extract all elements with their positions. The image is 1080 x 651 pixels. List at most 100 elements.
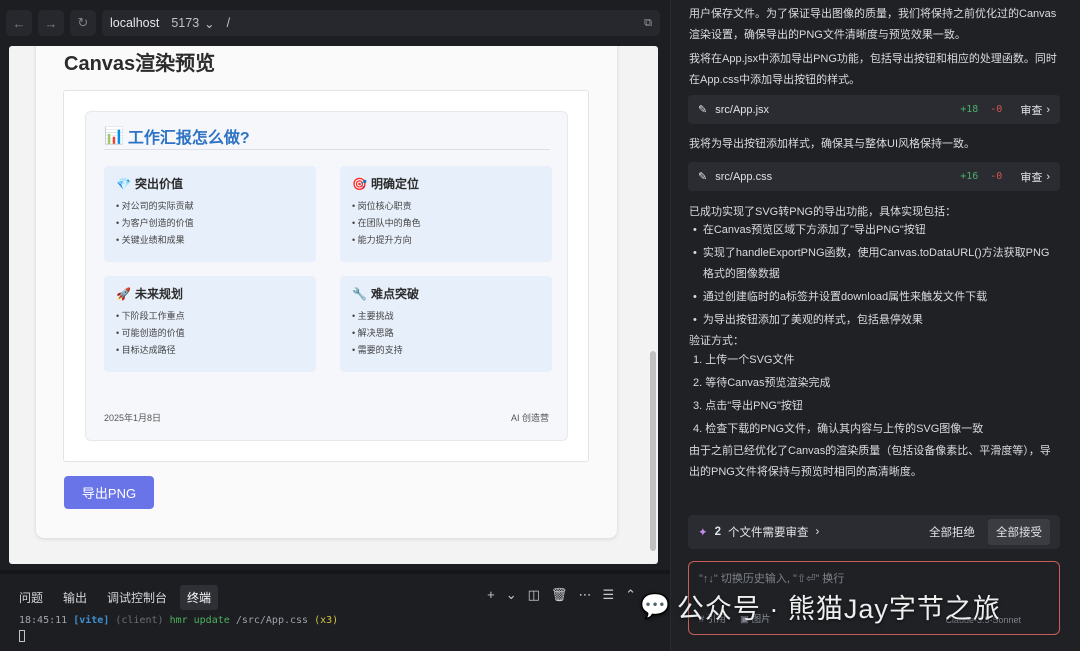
chat-paragraph: 我将在App.jsx中添加导出PNG功能，包括导出按钮和相应的处理函数。同时在A…: [689, 53, 1057, 86]
address-path: /: [226, 16, 231, 30]
list-item: • 需要的支持: [352, 345, 403, 355]
section-title-text: 明确定位: [370, 177, 419, 191]
tab-output[interactable]: 输出: [56, 585, 94, 610]
deletions-count: -0: [990, 171, 1003, 182]
list-item: • 为导出按钮添加了美观的样式，包括悬停效果: [693, 310, 1055, 331]
list-item: • 可能创造的价值: [116, 328, 185, 338]
review-button[interactable]: 审查 ›: [1020, 102, 1050, 118]
section-title-text: 突出价值: [134, 177, 183, 191]
port-select[interactable]: 5173 ⌄: [171, 16, 214, 31]
back-button[interactable]: ←: [6, 10, 32, 36]
log-tag: [vite]: [73, 615, 110, 626]
tab-terminal[interactable]: 终端: [180, 585, 219, 610]
address-host: localhost: [110, 16, 160, 30]
browser-toolbar: ← → ↻ localhost 5173 ⌄ / ⧉: [6, 6, 660, 40]
section-card: 🔧 难点突破 • 主要挑战 • 解决思路 • 需要的支持: [340, 276, 552, 372]
review-count: 2: [714, 526, 722, 538]
list-item: • 为客户创造的价值: [116, 218, 194, 228]
report-brand: AI 创造营: [510, 413, 549, 423]
list-item: • 在Canvas预览区域下方添加了"导出PNG"按钮: [693, 220, 1055, 241]
trash-icon[interactable]: 🗑: [551, 587, 568, 603]
file-change-chip[interactable]: ✎ src/App.css +16 -0 审查 ›: [688, 162, 1060, 191]
bar-chart-icon: 📊: [104, 128, 124, 145]
log-count: (x3): [314, 615, 339, 626]
section-list: • 主要挑战 • 解决思路 • 需要的支持: [352, 308, 540, 359]
preview-scrollbar[interactable]: [650, 351, 656, 551]
list-item: • 下阶段工作重点: [116, 311, 185, 321]
section-card: 🎯 明确定位 • 岗位核心职责 • 在团队中的角色 • 能力提升方向: [340, 166, 552, 262]
section-title: 🚀 未来规划: [116, 285, 304, 302]
list-item: • 对公司的实际贡献: [116, 201, 194, 211]
reload-button[interactable]: ↻: [70, 10, 96, 36]
export-png-button[interactable]: 导出PNG: [64, 476, 154, 509]
file-edit-icon: ✎: [698, 104, 708, 116]
more-icon[interactable]: ⋯: [578, 587, 591, 603]
chevron-right-icon[interactable]: ›: [816, 526, 820, 538]
address-port: 5173: [171, 16, 200, 30]
rocket-icon: 🚀: [116, 286, 131, 301]
report-date: 2025年1月8日: [104, 413, 162, 423]
file-name: src/App.jsx: [715, 103, 770, 116]
section-title-text: 难点突破: [370, 287, 419, 301]
list-item-text: 通过创建临时的a标签并设置download属性来触发文件下载: [702, 291, 988, 303]
left-pane: ← → ↻ localhost 5173 ⌄ / ⧉ Canvas渲染预览 📊 工…: [0, 0, 670, 651]
file-name: src/App.css: [715, 170, 773, 183]
list-item: 4. 检查下载的PNG文件，确认其内容与上传的SVG图像一致: [693, 423, 984, 435]
sparkle-icon: ✦: [698, 527, 708, 539]
open-external-icon[interactable]: ⧉: [644, 17, 652, 30]
terminal-panel: 问题 输出 调试控制台 终端 + ⌄ ◫ 🗑 ⋯ ☰ ⌃ 18:45:11 [v…: [0, 578, 666, 651]
address-bar[interactable]: localhost 5173 ⌄ / ⧉: [102, 10, 660, 36]
section-title: 🎯 明确定位: [352, 175, 540, 192]
review-button[interactable]: 审查 ›: [1020, 169, 1050, 185]
section-title: 🔧 难点突破: [352, 285, 540, 302]
chevron-down-icon[interactable]: ⌄: [506, 587, 517, 603]
report-title: 📊 工作汇报怎么做?: [104, 124, 250, 148]
title-divider: [104, 149, 550, 150]
list-item: 2. 等待Canvas预览渲染完成: [693, 377, 831, 389]
chevron-right-icon: ›: [1046, 170, 1050, 183]
section-list: • 下阶段工作重点 • 可能创造的价值 • 目标达成路径: [116, 308, 304, 359]
report-canvas: 📊 工作汇报怎么做? 💎 突出价值 • 对公司的实际贡献 • 为客户创造的价值 •…: [85, 111, 568, 441]
section-title: 💎 突出价值: [116, 175, 304, 192]
accept-all-button[interactable]: 全部接受: [988, 519, 1050, 545]
chat-paragraph: 我将为导出按钮添加样式，确保其与整体UI风格保持一致。: [689, 138, 975, 150]
section-card: 💎 突出价值 • 对公司的实际贡献 • 为客户创造的价值 • 关键业绩和成果: [104, 166, 316, 262]
target-icon: 🎯: [352, 176, 367, 191]
page-title: Canvas渲染预览: [64, 53, 216, 75]
plus-icon[interactable]: +: [487, 587, 495, 603]
file-change-chip[interactable]: ✎ src/App.jsx +18 -0 审查 ›: [688, 95, 1060, 124]
tab-problems[interactable]: 问题: [12, 585, 50, 610]
list-item: 3. 点击"导出PNG"按钮: [693, 400, 803, 412]
chevron-up-icon[interactable]: ⌃: [625, 587, 636, 603]
panel-divider[interactable]: [0, 570, 670, 574]
terminal-log-line: 18:45:11 [vite] (client) hmr update /src…: [19, 615, 338, 626]
steps-list: 1. 上传一个SVG文件 2. 等待Canvas预览渲染完成 3. 点击"导出P…: [693, 349, 983, 441]
forward-button[interactable]: →: [38, 10, 64, 36]
review-label: 审查: [1020, 104, 1043, 117]
reload-icon: ↻: [77, 15, 89, 30]
log-path: /src/App.css: [235, 615, 309, 626]
additions-count: +16: [960, 171, 979, 182]
canvas-frame: 📊 工作汇报怎么做? 💎 突出价值 • 对公司的实际贡献 • 为客户创造的价值 •…: [63, 90, 589, 462]
section-list: • 对公司的实际贡献 • 为客户创造的价值 • 关键业绩和成果: [116, 198, 304, 249]
list-item: • 解决思路: [352, 328, 394, 338]
list-item: 1. 上传一个SVG文件: [693, 354, 795, 366]
log-message: hmr update: [169, 615, 230, 626]
bullet-list: • 在Canvas预览区域下方添加了"导出PNG"按钮 • 实现了handleExp…: [693, 220, 1055, 331]
report-title-text: 工作汇报怎么做?: [127, 130, 250, 147]
preview-viewport: Canvas渲染预览 📊 工作汇报怎么做? 💎突出价值 • 对公司的实际贡献: [9, 46, 658, 564]
review-text[interactable]: 个文件需要审查: [728, 524, 809, 540]
chat-paragraph: 由于之前已经优化了Canvas的渲染质量（包括设备像素比、平滑度等），导出的PN…: [689, 445, 1051, 478]
reject-all-button[interactable]: 全部拒绝: [929, 524, 975, 540]
split-icon[interactable]: ◫: [528, 587, 540, 603]
section-list: • 岗位核心职责 • 在团队中的角色 • 能力提升方向: [352, 198, 540, 249]
layout-icon[interactable]: ☰: [602, 587, 614, 603]
tab-debug-console[interactable]: 调试控制台: [100, 585, 174, 610]
section-card: 🚀 未来规划 • 下阶段工作重点 • 可能创造的价值 • 目标达成路径: [104, 276, 316, 372]
list-item-text: 实现了handleExportPNG函数，使用Canvas.toDataURL(…: [702, 247, 1050, 280]
list-item: • 能力提升方向: [352, 235, 412, 245]
panel-tabs: 问题 输出 调试控制台 终端: [12, 585, 219, 610]
watermark: 💬 公众号 · 熊猫Jay字节之旅: [640, 587, 1001, 626]
list-item: • 主要挑战: [352, 311, 394, 321]
review-bar: ✦ 2 个文件需要审查 › 全部拒绝 全部接受: [688, 515, 1060, 549]
